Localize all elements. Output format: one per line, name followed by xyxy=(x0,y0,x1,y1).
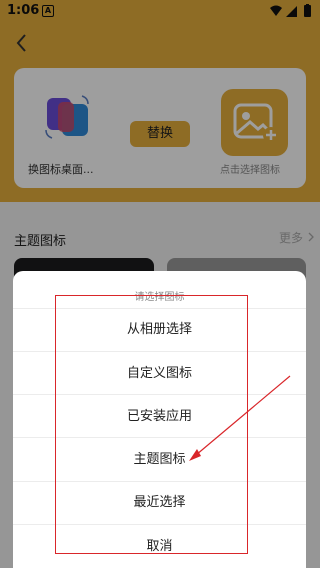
annotation-arrow-icon xyxy=(189,375,291,461)
